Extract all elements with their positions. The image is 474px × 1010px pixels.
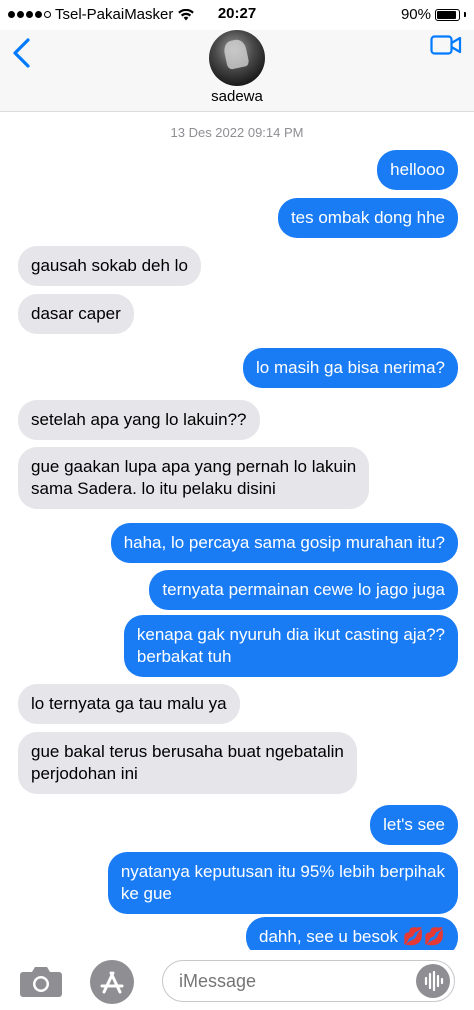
message-bubble-outgoing[interactable]: haha, lo percaya sama gosip murahan itu? xyxy=(110,523,458,563)
message-bubble-incoming[interactable]: setelah apa yang lo lakuin?? xyxy=(18,400,260,440)
message-bubble-outgoing[interactable]: lo masih ga bisa nerima? xyxy=(243,348,458,388)
message-input[interactable] xyxy=(162,960,455,1002)
message-bubble-incoming[interactable]: gausah sokab deh lo xyxy=(18,246,201,286)
video-camera-icon[interactable] xyxy=(430,34,462,56)
app-store-icon[interactable] xyxy=(90,960,134,1004)
message-bubble-outgoing[interactable]: nyatanya keputusan itu 95% lebih berpiha… xyxy=(107,852,458,914)
battery-cap xyxy=(464,12,466,17)
message-bubble-incoming[interactable]: gue gaakan lupa apa yang pernah lo lakui… xyxy=(18,447,370,509)
avatar[interactable] xyxy=(209,30,265,86)
battery-icon xyxy=(435,8,460,21)
message-bubble-outgoing[interactable]: tes ombak dong hhe xyxy=(277,198,458,238)
battery-level xyxy=(437,10,456,19)
conversation-timestamp: 13 Des 2022 09:14 PM xyxy=(170,125,304,140)
message-bubble-outgoing[interactable]: ternyata permainan cewe lo jago juga xyxy=(149,570,458,610)
message-bubble-outgoing[interactable]: hellooo xyxy=(377,150,458,190)
audio-waveform-icon[interactable] xyxy=(416,964,450,998)
battery-percentage: 90% xyxy=(400,6,431,23)
message-bubble-incoming[interactable]: dasar caper xyxy=(18,294,134,334)
conversation-header: sadewa xyxy=(0,30,474,112)
message-bubble-outgoing[interactable]: let's see xyxy=(370,805,458,845)
chevron-left-icon[interactable] xyxy=(8,36,38,70)
status-right: 90% xyxy=(401,6,466,23)
camera-icon[interactable] xyxy=(19,964,63,998)
message-composer xyxy=(0,950,474,1010)
status-bar: Tsel-PakaiMasker 20:27 90% xyxy=(0,0,474,30)
message-bubble-incoming[interactable]: gue bakal terus berusaha buat ngebatalin… xyxy=(18,732,357,794)
contact-name[interactable]: sadewa xyxy=(0,88,474,105)
message-bubble-outgoing[interactable]: kenapa gak nyuruh dia ikut casting aja??… xyxy=(123,615,458,677)
message-bubble-incoming[interactable]: lo ternyata ga tau malu ya xyxy=(18,684,240,724)
